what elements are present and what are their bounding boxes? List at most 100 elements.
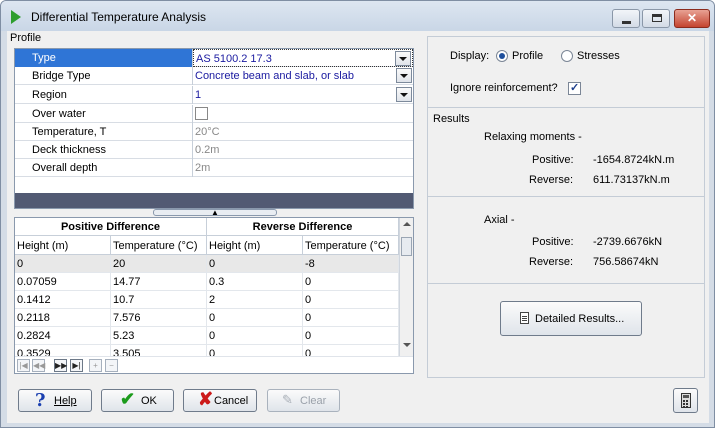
over-water-checkbox[interactable] bbox=[195, 107, 208, 120]
column-header[interactable]: Temperature (°C) bbox=[111, 236, 207, 255]
table-cell[interactable]: 0 bbox=[303, 273, 399, 291]
table-cell[interactable]: 0.2824 bbox=[15, 327, 111, 345]
dialog-window: Differential Temperature Analysis ✕ Prof… bbox=[0, 0, 715, 428]
property-row-deck-thickness[interactable]: Deck thickness 0.2m bbox=[15, 141, 413, 159]
table-cell[interactable]: 5.23 bbox=[111, 327, 207, 345]
previous-record-icon[interactable]: ◀◀ bbox=[32, 359, 45, 372]
property-row-type[interactable]: Type AS 5100.2 17.3 bbox=[15, 49, 413, 67]
table-cell[interactable]: 0.2118 bbox=[15, 309, 111, 327]
temperature-value[interactable]: 20°C bbox=[193, 123, 413, 141]
overall-depth-value[interactable]: 2m bbox=[193, 159, 413, 177]
relaxing-reverse-value: 611.73137kN.m bbox=[593, 174, 670, 186]
type-select[interactable]: AS 5100.2 17.3 bbox=[193, 49, 413, 67]
property-label: Region bbox=[15, 86, 193, 104]
table-row[interactable]: 0.2824 5.23 0 0 bbox=[15, 327, 399, 345]
title-bar[interactable]: Differential Temperature Analysis ✕ bbox=[1, 1, 714, 31]
column-header[interactable]: Temperature (°C) bbox=[303, 236, 399, 255]
first-record-icon[interactable]: |◀ bbox=[17, 359, 30, 372]
table-cell[interactable]: 0 bbox=[207, 255, 303, 273]
close-button[interactable]: ✕ bbox=[674, 9, 710, 28]
table-cell[interactable]: 0.3 bbox=[207, 273, 303, 291]
table-cell[interactable]: 10.7 bbox=[111, 291, 207, 309]
over-water-cell bbox=[193, 105, 413, 123]
last-record-icon[interactable]: ▶| bbox=[70, 359, 83, 372]
window-title: Differential Temperature Analysis bbox=[31, 10, 206, 24]
axial-reverse-value: 756.58674kN bbox=[593, 256, 659, 268]
clear-button[interactable]: ✎ Clear bbox=[267, 389, 340, 412]
minimize-button[interactable] bbox=[612, 9, 640, 28]
table-vertical-scrollbar[interactable] bbox=[399, 218, 413, 356]
property-label: Deck thickness bbox=[15, 141, 193, 159]
scroll-thumb[interactable] bbox=[401, 237, 412, 256]
splitter-handle[interactable]: ▲ bbox=[153, 208, 277, 217]
property-row-overall-depth[interactable]: Overall depth 2m bbox=[15, 159, 413, 177]
region-select[interactable]: 1 bbox=[193, 86, 413, 104]
table-row[interactable]: 0.07059 14.77 0.3 0 bbox=[15, 273, 399, 291]
property-row-region[interactable]: Region 1 bbox=[15, 86, 413, 104]
options-results-panel: Display: Profile Stresses Ignore reinfor… bbox=[427, 36, 705, 378]
table-cell[interactable]: 0 bbox=[207, 309, 303, 327]
table-cell[interactable]: 0 bbox=[303, 309, 399, 327]
ignore-reinforcement-label: Ignore reinforcement? bbox=[450, 82, 558, 94]
bridge-type-select[interactable]: Concrete beam and slab, or slab bbox=[193, 67, 413, 85]
checkmark-icon: ✔ bbox=[120, 389, 136, 409]
table-cell[interactable]: 0 bbox=[15, 255, 111, 273]
clear-label: Clear bbox=[300, 395, 327, 407]
table-cell[interactable]: 14.77 bbox=[111, 273, 207, 291]
column-header[interactable]: Height (m) bbox=[15, 236, 111, 255]
table-cell[interactable]: 7.576 bbox=[111, 309, 207, 327]
property-label: Overall depth bbox=[15, 159, 193, 177]
table-cell[interactable]: 2 bbox=[207, 291, 303, 309]
divider bbox=[428, 196, 704, 197]
profile-group-label: Profile bbox=[10, 32, 42, 44]
display-profile-label[interactable]: Profile bbox=[512, 50, 543, 62]
axial-positive-label: Positive: bbox=[532, 236, 574, 248]
maximize-button[interactable] bbox=[642, 9, 670, 28]
axial-title: Axial - bbox=[484, 214, 515, 226]
dropdown-arrow-icon[interactable] bbox=[396, 68, 412, 83]
calculator-button[interactable] bbox=[673, 388, 698, 413]
next-record-icon[interactable]: ▶▶ bbox=[54, 359, 67, 372]
eraser-icon: ✎ bbox=[282, 392, 293, 407]
display-label: Display: bbox=[450, 50, 490, 62]
region-value: 1 bbox=[195, 89, 202, 101]
ok-button[interactable]: ✔ OK bbox=[101, 389, 174, 412]
column-header[interactable]: Height (m) bbox=[207, 236, 303, 255]
table-cell[interactable]: 0.1412 bbox=[15, 291, 111, 309]
table-cell[interactable]: 0.07059 bbox=[15, 273, 111, 291]
table-cell[interactable]: 20 bbox=[111, 255, 207, 273]
temperature-difference-table: Positive Difference Reverse Difference H… bbox=[14, 217, 414, 374]
help-button[interactable]: ? Help bbox=[18, 389, 92, 412]
display-profile-radio[interactable] bbox=[496, 50, 508, 62]
dropdown-arrow-icon[interactable] bbox=[396, 87, 412, 102]
property-row-bridge-type[interactable]: Bridge Type Concrete beam and slab, or s… bbox=[15, 67, 413, 85]
table-row[interactable]: 0.1412 10.7 2 0 bbox=[15, 291, 399, 309]
cancel-button[interactable]: ✘ Cancel bbox=[183, 389, 257, 412]
table-navigator: |◀ ◀◀ ▶▶ ▶| + − bbox=[15, 356, 413, 373]
table-cell[interactable]: 0 bbox=[303, 291, 399, 309]
type-value: AS 5100.2 17.3 bbox=[196, 53, 272, 65]
delete-row-icon[interactable]: − bbox=[105, 359, 118, 372]
table-cell[interactable]: 0 bbox=[303, 327, 399, 345]
display-stresses-radio[interactable] bbox=[561, 50, 573, 62]
profile-property-grid: Type AS 5100.2 17.3 Bridge Type Concrete… bbox=[14, 48, 414, 209]
table-row[interactable]: 0 20 0 -8 bbox=[15, 255, 399, 273]
table-row[interactable]: 0.2118 7.576 0 0 bbox=[15, 309, 399, 327]
scroll-down-icon[interactable] bbox=[403, 343, 411, 347]
scroll-up-icon[interactable] bbox=[403, 222, 411, 226]
deck-thickness-value[interactable]: 0.2m bbox=[193, 141, 413, 159]
results-group-label: Results bbox=[433, 113, 470, 125]
add-row-icon[interactable]: + bbox=[89, 359, 102, 372]
detailed-results-button[interactable]: Detailed Results... bbox=[500, 301, 642, 336]
property-row-temperature[interactable]: Temperature, T 20°C bbox=[15, 123, 413, 141]
property-row-over-water[interactable]: Over water bbox=[15, 105, 413, 123]
relaxing-moments-title: Relaxing moments - bbox=[484, 131, 582, 143]
table-cell[interactable]: 0 bbox=[207, 327, 303, 345]
property-label: Over water bbox=[15, 105, 193, 123]
dropdown-arrow-icon[interactable] bbox=[395, 51, 411, 66]
detailed-results-label: Detailed Results... bbox=[535, 313, 625, 325]
ignore-reinforcement-checkbox[interactable] bbox=[568, 81, 581, 95]
property-grid-empty-area bbox=[15, 193, 413, 208]
display-stresses-label[interactable]: Stresses bbox=[577, 50, 620, 62]
table-cell[interactable]: -8 bbox=[303, 255, 399, 273]
